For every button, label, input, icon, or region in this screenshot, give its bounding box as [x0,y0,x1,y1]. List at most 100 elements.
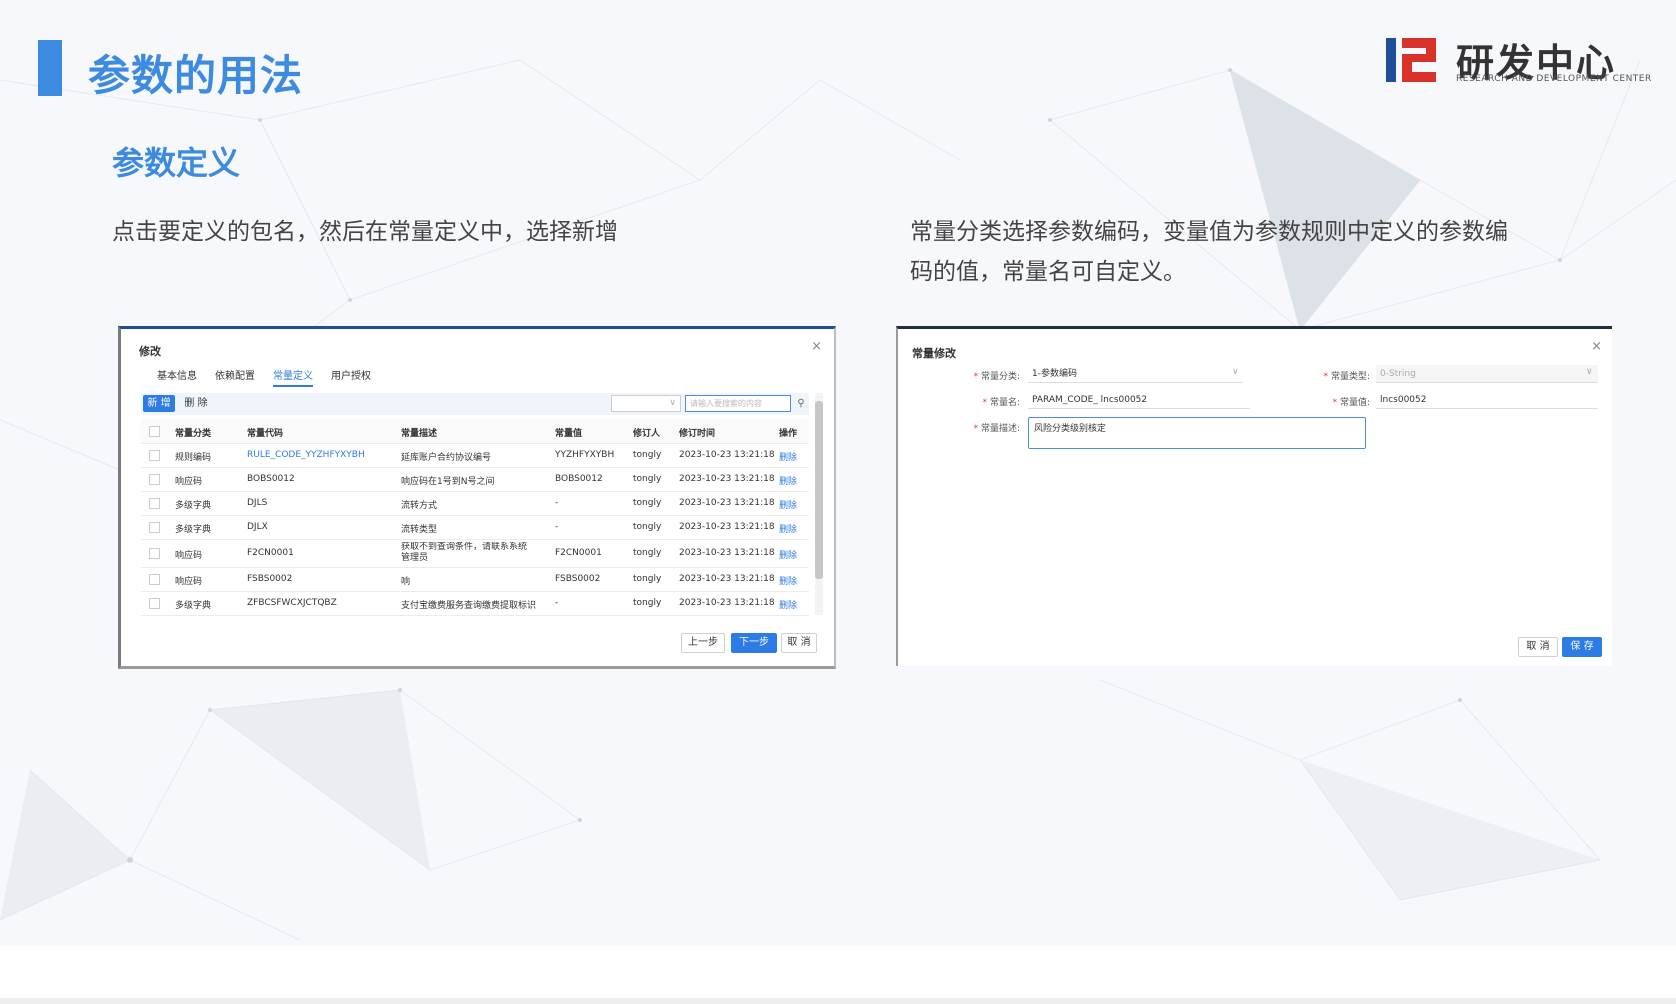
required-mark: * [973,372,979,382]
close-icon[interactable]: × [1591,339,1602,354]
cell-category: 多级字典 [175,501,212,511]
label-category-text: 常量分类: [980,372,1020,382]
column-header: 常量分类 [175,429,212,439]
cell-time: 2023-10-23 13:21:18 [679,522,775,532]
label-category: * 常量分类: [958,369,1020,382]
row-checkbox[interactable] [149,498,160,509]
cell-category: 多级字典 [175,525,212,535]
cell-user: tongly [633,450,662,460]
row-checkbox[interactable] [149,598,160,609]
next-step-button[interactable]: 下一步 [731,633,777,653]
description-left: 点击要定义的包名，然后在常量定义中，选择新增 [112,219,618,245]
delete-link[interactable]: 删除 [779,574,797,587]
scrollbar-thumb[interactable] [815,401,823,579]
table-row: 多级字典 DJLS 流转方式 - tongly 2023-10-23 13:21… [141,491,809,516]
filter-select[interactable]: ∨ [611,395,681,412]
cell-time: 2023-10-23 13:21:18 [679,598,775,608]
table-row: 多级字典 ZFBCSFWCXJCTQBZ 支付宝缴费服务查询缴费提取标识 - t… [141,591,809,616]
row-checkbox[interactable] [149,574,160,585]
cell-code-link[interactable]: RULE_CODE_YYZHFYXYBH [247,450,365,460]
cell-desc: 延库账户合约协议编号 [401,453,492,463]
delete-link[interactable]: 删除 [779,548,797,561]
cell-desc: 流转类型 [401,525,438,535]
cell-user: tongly [633,598,662,608]
cell-desc: 响应码在1号到N号之间 [401,477,495,487]
cell-code: BOBS0012 [247,474,295,484]
category-select[interactable]: 1-参数编码 [1028,365,1242,383]
search-input[interactable]: 请输入要搜索的内容 [685,395,791,412]
cell-user: tongly [633,474,662,484]
close-icon[interactable]: × [811,339,822,354]
name-input[interactable]: PARAM_CODE_ lncs00052 [1028,391,1250,409]
table-row: 多级字典 DJLX 流转类型 - tongly 2023-10-23 13:21… [141,515,809,540]
prev-step-button[interactable]: 上一步 [681,633,725,653]
cell-time: 2023-10-23 13:21:18 [679,450,775,460]
select-all-checkbox[interactable] [149,426,160,437]
column-header: 常量值 [555,429,583,439]
label-desc-text: 常量描述: [980,424,1020,434]
delete-link[interactable]: 删除 [779,474,797,487]
type-select: 0-String [1376,365,1598,383]
cell-category: 规则编码 [175,453,212,463]
table-row: 响应码 F2CN0001 获取不到查询条件，请联系系统管理员 F2CN0001 … [141,539,809,568]
label-value: * 常量值: [1308,395,1370,408]
required-mark: * [1323,372,1329,382]
chevron-down-icon: ∨ [1232,367,1239,377]
section-title: 参数定义 [112,144,241,182]
row-checkbox[interactable] [149,522,160,533]
logo-subtitle: RESEARCH AND DEVELOPMENT CENTER [1456,74,1652,84]
cell-time: 2023-10-23 13:21:18 [679,498,775,508]
cancel-button[interactable]: 取 消 [1518,637,1558,657]
cell-category: 响应码 [175,577,203,587]
cell-time: 2023-10-23 13:21:18 [679,574,775,584]
required-mark: * [973,424,979,434]
screenshot-edit-dialog: 修改 × 基本信息 依赖配置 常量定义 用户授权 新 增 删 除 ∨ 请输入要搜… [118,326,836,669]
tab-bar: 基本信息 依赖配置 常量定义 用户授权 [157,367,371,387]
cancel-button[interactable]: 取 消 [781,633,817,653]
delete-link[interactable]: 删除 [779,450,797,463]
row-checkbox[interactable] [149,450,160,461]
table-header: 常量分类 常量代码 常量描述 常量值 修订人 修订时间 操作 [141,419,809,444]
cell-value: FSBS0002 [555,574,601,584]
cell-code: F2CN0001 [247,548,294,558]
table-row: 规则编码 RULE_CODE_YYZHFYXYBH 延库账户合约协议编号 YYZ… [141,443,809,468]
row-checkbox[interactable] [149,548,160,559]
search-icon[interactable]: ⚲ [793,395,809,412]
cell-desc: 流转方式 [401,501,438,511]
tab-constant-definition[interactable]: 常量定义 [273,367,313,387]
cell-desc: 响 [401,577,411,587]
cell-value: F2CN0001 [555,548,602,558]
delete-button[interactable]: 删 除 [181,395,211,412]
bottom-band [0,946,1676,1004]
value-input[interactable]: lncs00052 [1376,391,1598,409]
cell-value: - [555,498,559,508]
tab-dependency[interactable]: 依赖配置 [215,367,255,387]
add-button[interactable]: 新 增 [143,395,175,412]
cell-user: tongly [633,548,662,558]
label-type: * 常量类型: [1308,369,1370,382]
delete-link[interactable]: 删除 [779,498,797,511]
row-checkbox[interactable] [149,474,160,485]
label-desc: * 常量描述: [958,421,1020,434]
tab-user-auth[interactable]: 用户授权 [331,367,371,387]
required-mark: * [982,398,988,408]
required-mark: * [1332,398,1338,408]
column-header: 修订人 [633,429,661,439]
cell-value: BOBS0012 [555,474,603,484]
delete-link[interactable]: 删除 [779,522,797,535]
description-right: 常量分类选择参数编码，变量值为参数规则中定义的参数编码的值，常量名可自定义。 [910,219,1508,285]
save-button[interactable]: 保 存 [1562,637,1602,657]
cell-value: YYZHFYXYBH [555,450,615,460]
cell-user: tongly [633,522,662,532]
delete-link[interactable]: 删除 [779,598,797,611]
screenshot-constant-edit-dialog: 常量修改 × * 常量分类: 1-参数编码 ∨ * 常量类型: 0-String… [896,326,1612,666]
logo-mark-icon [1386,38,1436,82]
cell-time: 2023-10-23 13:21:18 [679,474,775,484]
table-row: 响应码 BOBS0012 响应码在1号到N号之间 BOBS0012 tongly… [141,467,809,492]
tab-basic-info[interactable]: 基本信息 [157,367,197,387]
column-header: 常量描述 [401,429,438,439]
cell-code: FSBS0002 [247,574,293,584]
column-header: 操作 [779,429,798,439]
cell-category: 响应码 [175,477,203,487]
description-textarea[interactable]: 风险分类级别核定 [1028,417,1366,449]
